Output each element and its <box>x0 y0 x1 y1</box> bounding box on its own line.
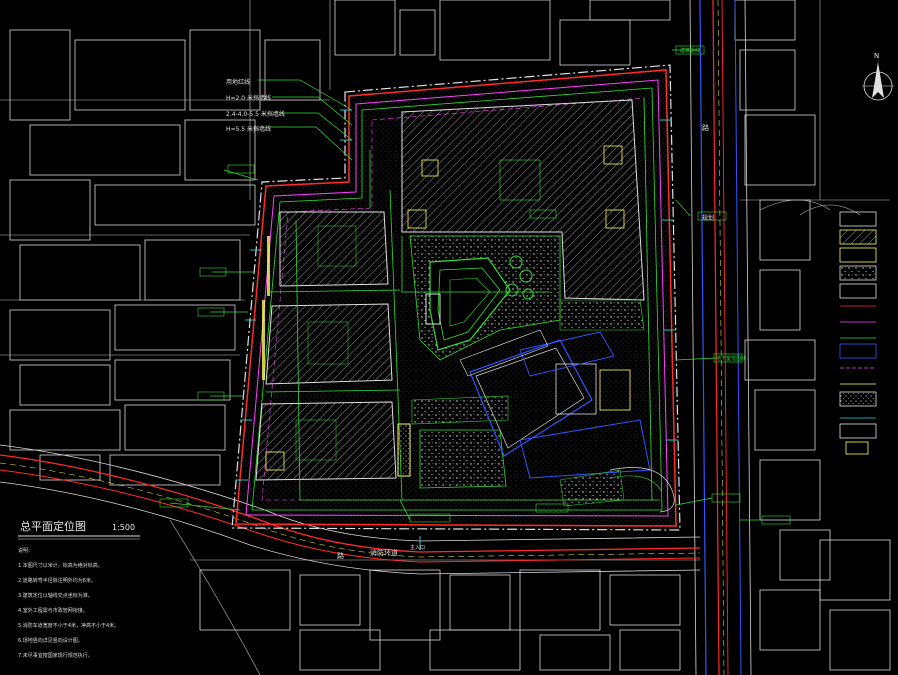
west-block-middle <box>265 303 393 385</box>
label-south-road: 路 <box>337 551 344 560</box>
drawing-title: 总平面定位图 <box>20 519 86 533</box>
note-line: 说明： <box>18 547 33 554</box>
label-south-gate: 主入口 <box>410 544 425 551</box>
callout-wall-5m: H=5.5 米挡墙线 <box>226 125 271 133</box>
drawing-scale: 1:500 <box>112 523 135 532</box>
note-line: 5.消防车道宽度不小于4米，净高不小于4米。 <box>18 622 119 629</box>
note-line: 1.本图尺寸以米计，标高为绝对标高。 <box>18 562 103 569</box>
callout-wall-2m: H=2.0 米挡墙线 <box>226 94 271 102</box>
note-line: 2.道路转弯半径除注明外均为6米。 <box>18 577 96 584</box>
west-block-south <box>255 401 397 481</box>
site-plan-drawing: N 用地红线 H=2.0 米挡墙线 2.4-4.0-5.5 米挡墙线 H=5.5… <box>0 0 898 675</box>
callout-wall-mixed: 2.4-4.0-5.5 米挡墙线 <box>226 110 285 118</box>
north-label: N <box>874 52 879 60</box>
note-line: 6.场地竖向详见竖向设计图。 <box>18 637 83 644</box>
label-east-road-a: 路 <box>702 123 709 132</box>
label-ring-road: 消防环道 <box>370 548 398 557</box>
callout-setback: 建筑退线 <box>680 47 700 54</box>
callout-basement: 地下室范围线 <box>716 355 746 362</box>
note-line: 7.未尽事宜按国家现行规范执行。 <box>18 652 93 659</box>
callout-red-line: 用地红线 <box>226 78 250 86</box>
note-line: 4.室外工程需与市政管网衔接。 <box>18 607 88 614</box>
note-line: 3.建筑定位以轴线交点坐标为准。 <box>18 592 93 599</box>
label-east-road-b: 规划 <box>702 214 714 222</box>
